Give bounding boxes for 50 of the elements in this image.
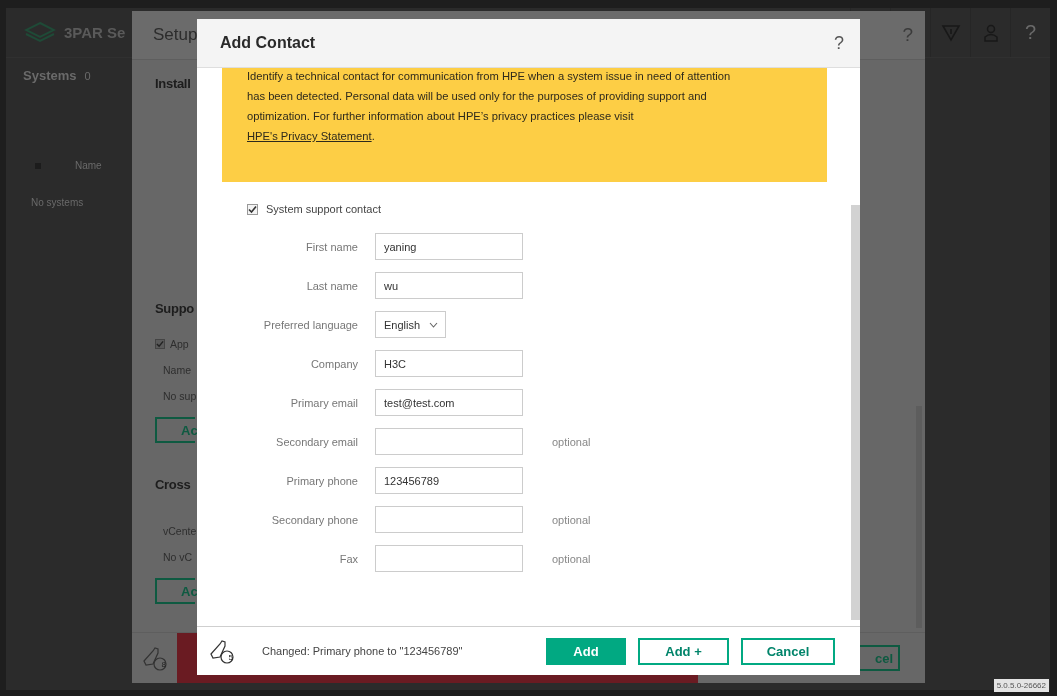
- field-label: Company: [309, 357, 358, 370]
- text-field[interactable]: 123456789: [375, 467, 523, 494]
- field-label: Preferred language: [262, 318, 358, 331]
- dialog-title: Add Contact: [220, 34, 316, 52]
- dialog-button[interactable]: Cancel: [741, 637, 835, 665]
- optional-hint: optional: [552, 552, 592, 565]
- status-message: Changed: Primary phone to "123456789": [262, 645, 463, 657]
- field-label: Fax: [338, 552, 358, 565]
- systems-title: Systems: [23, 68, 77, 83]
- privacy-link[interactable]: HPE's Privacy Statement: [247, 130, 372, 142]
- optional-hint: optional: [552, 513, 592, 526]
- dialog-button[interactable]: Add: [546, 637, 626, 665]
- help-button[interactable]: ?: [834, 32, 844, 54]
- dialog-button[interactable]: Add +: [638, 637, 729, 665]
- text-field[interactable]: [375, 545, 523, 572]
- section-title: Suppo: [155, 301, 195, 316]
- scrollbar-thumb[interactable]: [851, 205, 860, 620]
- layers-logo-icon: [24, 20, 56, 45]
- section-title: Install: [155, 76, 192, 91]
- text-field[interactable]: yaning: [375, 233, 523, 260]
- field-label: Secondary phone: [270, 513, 358, 526]
- optional-hint: optional: [552, 435, 592, 448]
- version-label: 5.0.5.0-26662: [993, 679, 1049, 692]
- text-field[interactable]: test@test.com: [375, 389, 523, 416]
- column-header: vCente: [163, 525, 197, 537]
- field-label: First name: [305, 240, 358, 253]
- field-label: Last name: [305, 279, 358, 292]
- text-field[interactable]: H3C: [375, 350, 523, 377]
- checkbox[interactable]: [247, 203, 258, 215]
- text-field[interactable]: wu: [375, 272, 523, 299]
- field-label: Secondary email: [275, 435, 358, 448]
- language-dropdown[interactable]: English: [375, 311, 446, 338]
- checkbox-label: App: [170, 338, 189, 350]
- notice-text: Identify a technical contact for communication from HPE when a system issue in need of attention has been detected. Personal data will be used only for the purposes of providing support and optimization. For further information about HPE’s privacy practices please visit HPE's Privacy Statement.: [247, 69, 732, 144]
- text-field[interactable]: [375, 506, 523, 533]
- column-header: Name: [163, 364, 192, 376]
- dialog-title: Setup: [153, 25, 198, 45]
- chevron-icon: [429, 321, 438, 328]
- checkbox[interactable]: [155, 339, 165, 349]
- checkbox-label: System support contact: [266, 203, 381, 215]
- text-field[interactable]: [375, 428, 523, 455]
- section-title: Cross: [155, 477, 192, 492]
- column-header[interactable]: Name: [75, 160, 102, 171]
- field-label: Primary email: [289, 396, 358, 409]
- tag-icon[interactable]: [208, 637, 236, 665]
- help-button[interactable]: ?: [1024, 21, 1037, 44]
- systems-count: 0: [84, 70, 91, 82]
- badge-count: 5: [228, 654, 233, 662]
- field-label: Primary phone: [285, 474, 358, 487]
- empty-message: No systems: [31, 197, 85, 208]
